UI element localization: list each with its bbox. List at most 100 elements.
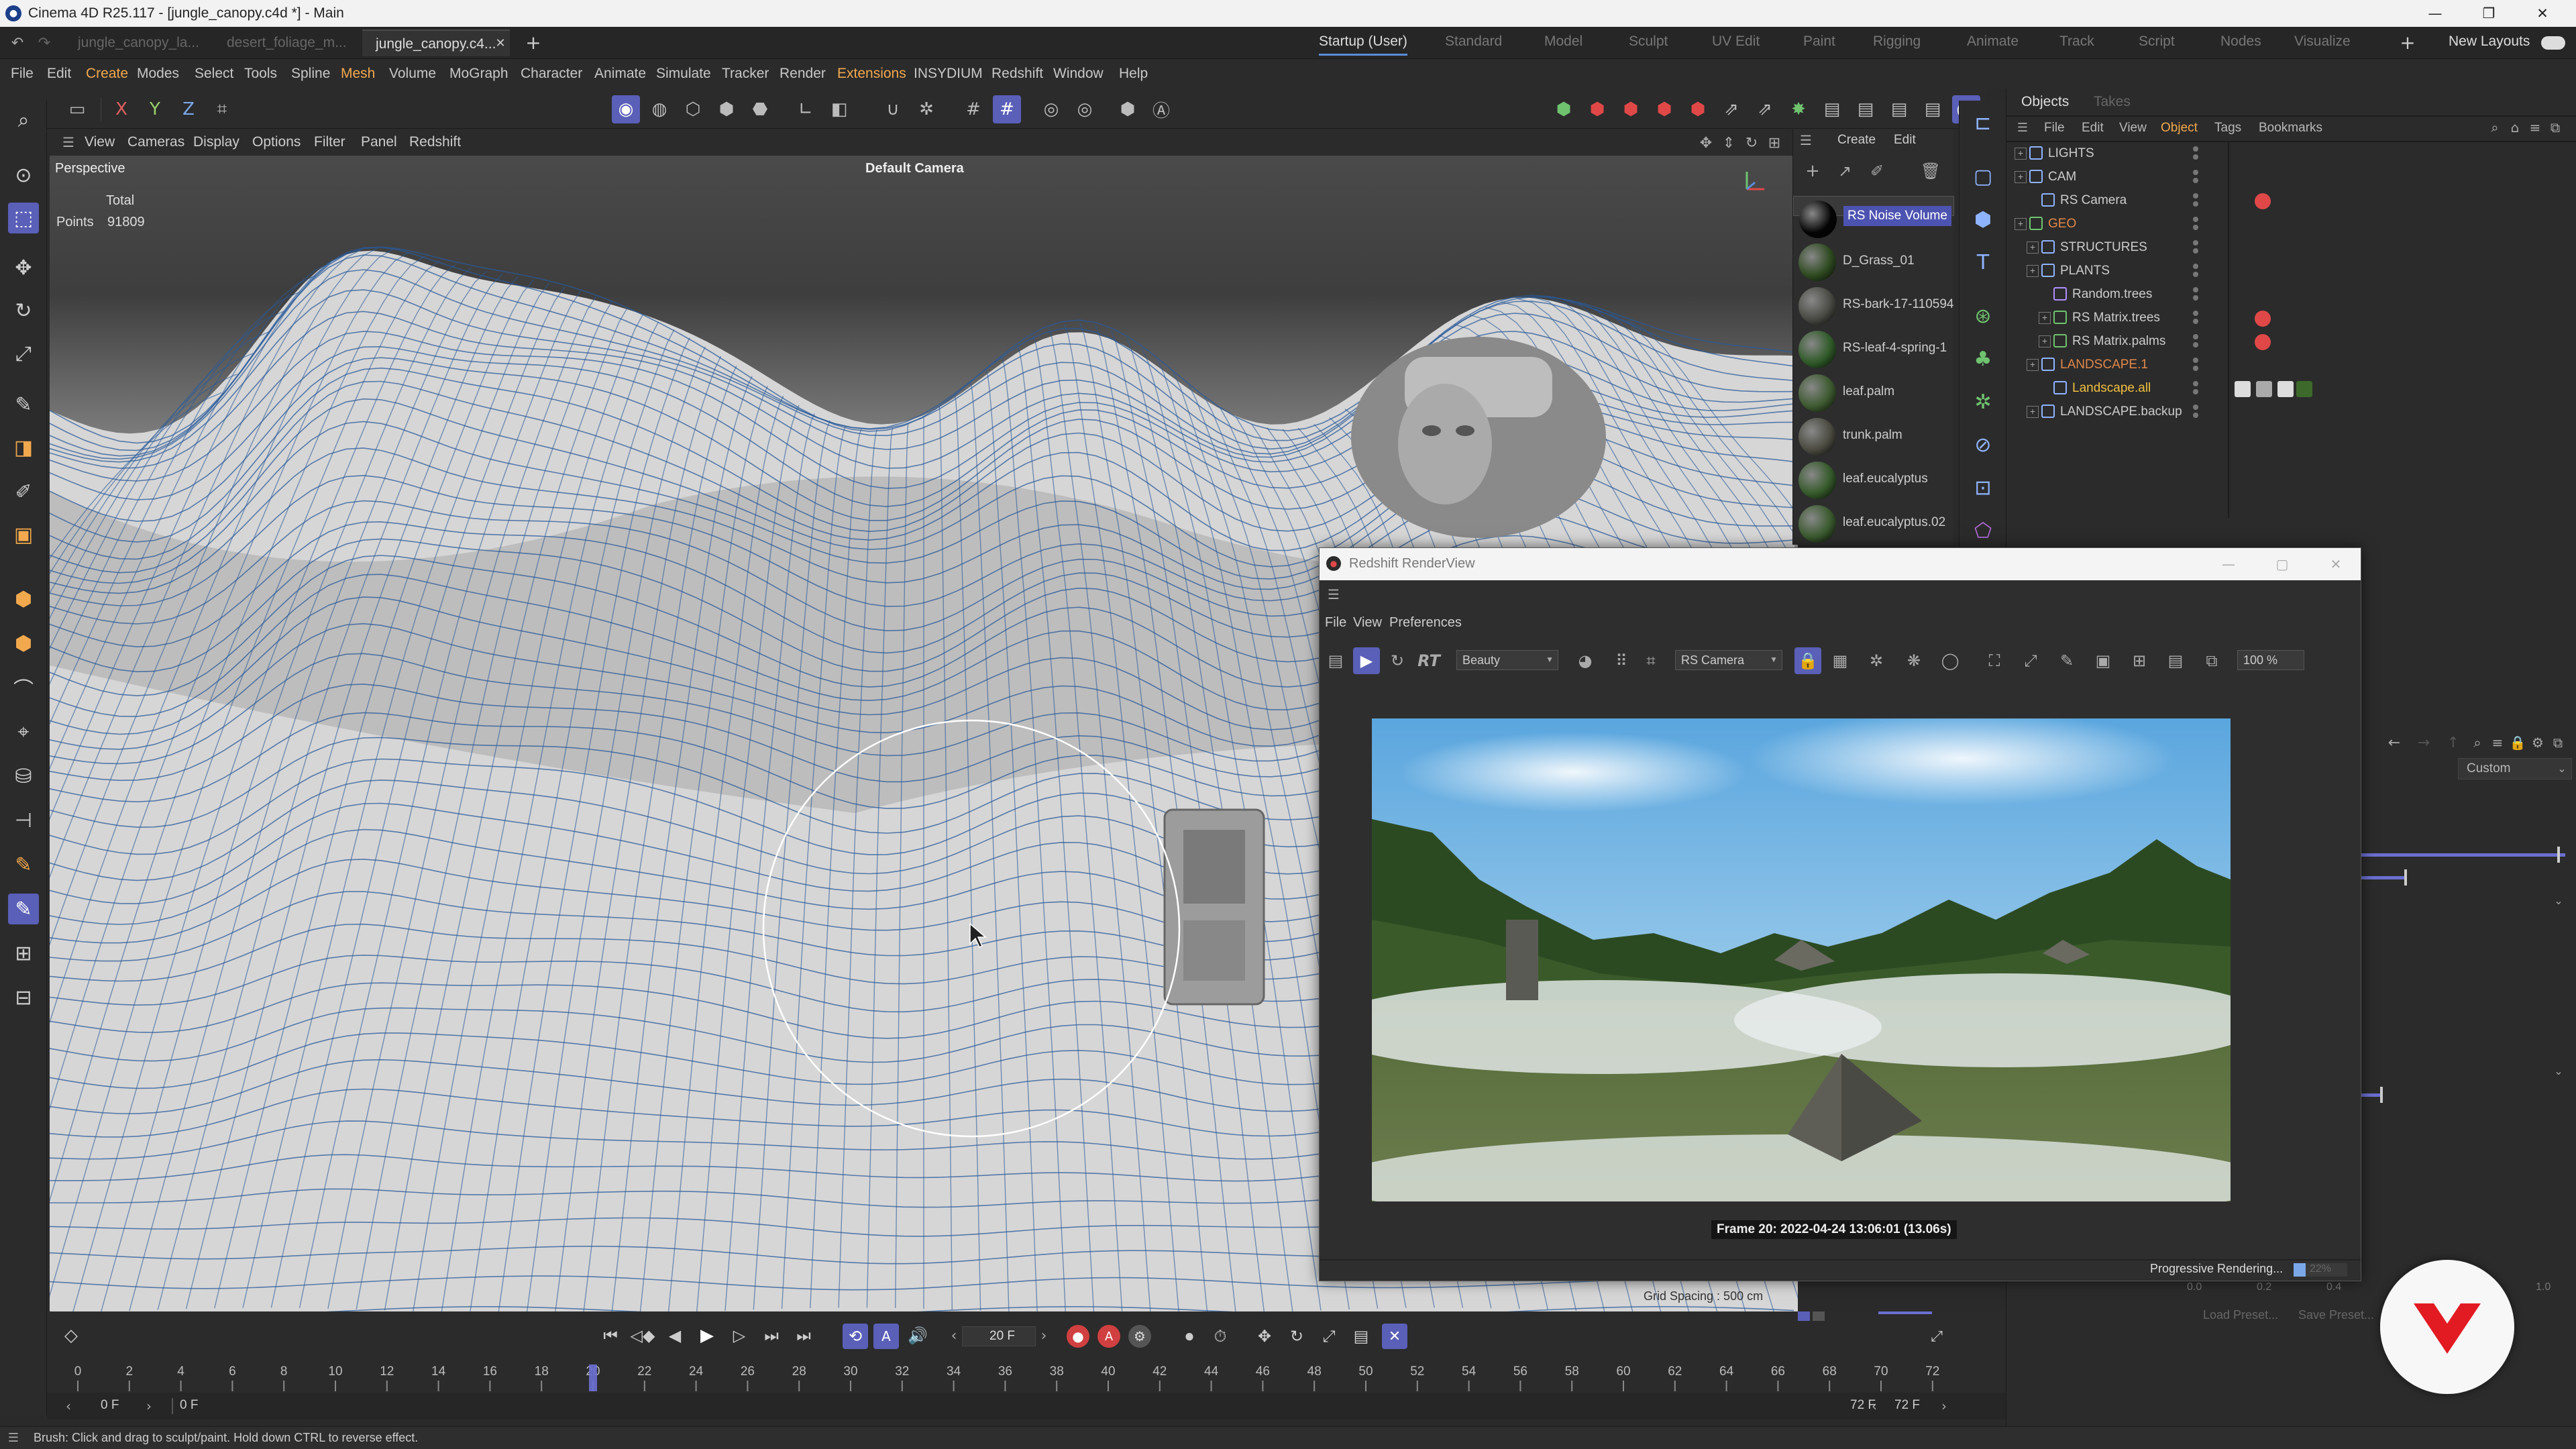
play-icon[interactable]: ▶: [696, 1325, 718, 1346]
material-item[interactable]: RS-bark-17-110594: [1793, 283, 1954, 326]
visibility-dots-icon[interactable]: [2193, 358, 2200, 372]
rotate-key-icon[interactable]: ↻: [1285, 1325, 1308, 1348]
go-to-start-icon[interactable]: ⏮: [600, 1325, 621, 1346]
select-tool-icon[interactable]: ⊙: [8, 160, 39, 191]
attr-filter-icon[interactable]: ≡: [2489, 734, 2506, 751]
gear-effector-icon[interactable]: ✲: [1968, 386, 1998, 417]
bend-icon[interactable]: ⌒: [8, 672, 39, 703]
expand-toggle-icon[interactable]: +: [2027, 265, 2039, 277]
rs-camera-tag-icon[interactable]: [2255, 193, 2271, 209]
workplane-tool-icon[interactable]: ⊟: [8, 982, 39, 1013]
viewport-zoom-slider[interactable]: [1878, 1311, 1932, 1314]
dolly-icon[interactable]: ⇕: [1720, 134, 1737, 152]
render-view-icon[interactable]: ▤: [1885, 95, 1913, 123]
polygons-mode-icon[interactable]: ⬢: [712, 95, 741, 123]
tweak-mode-icon[interactable]: ◧: [825, 95, 853, 123]
om-home-icon[interactable]: ⌂: [2507, 119, 2523, 136]
next-key-icon[interactable]: ⏭: [761, 1325, 782, 1346]
current-frame-field[interactable]: 20 F: [962, 1326, 1036, 1346]
text-icon[interactable]: T: [1968, 247, 1998, 278]
attr-slider-2[interactable]: [2361, 876, 2404, 879]
om-filter-icon[interactable]: ≡: [2527, 119, 2543, 136]
paint-brush-icon[interactable]: ✎: [8, 849, 39, 880]
object-row[interactable]: + LIGHTS: [2006, 142, 2576, 166]
symmetry-icon[interactable]: ⊣: [8, 805, 39, 836]
spline-tool-icon[interactable]: ⊡: [1968, 472, 1998, 503]
sculpt-brush-icon[interactable]: ✎: [8, 894, 39, 924]
grid-snap-icon[interactable]: #: [993, 95, 1021, 123]
material-item[interactable]: trunk.palm: [1793, 414, 1954, 457]
menu-window[interactable]: Window: [1053, 66, 1104, 82]
rs-object-tag-icon[interactable]: [2255, 311, 2271, 327]
menu-create[interactable]: Create: [86, 66, 128, 82]
menu-render[interactable]: Render: [780, 66, 826, 82]
new-tab-button[interactable]: +: [523, 32, 543, 54]
volume-icon[interactable]: ⬠: [1968, 515, 1998, 546]
autokey-icon[interactable]: A: [1097, 1325, 1120, 1348]
attr-settings-icon[interactable]: ⚙: [2529, 734, 2546, 751]
end-increase-icon[interactable]: ›: [1939, 1398, 1949, 1414]
rs-dome-icon[interactable]: ⬢: [1617, 95, 1645, 123]
x-axis-lock-button[interactable]: X: [107, 95, 136, 123]
add-layout-button[interactable]: +: [2398, 32, 2418, 54]
om-search-icon[interactable]: ⌕: [2487, 119, 2503, 136]
menu-mograph[interactable]: MoGraph: [449, 66, 508, 82]
hamburger-icon[interactable]: ☰: [60, 134, 76, 150]
coordinate-system-icon[interactable]: ⌗: [208, 95, 236, 123]
record-icon[interactable]: ●: [1067, 1325, 1089, 1348]
attr-new-window-icon[interactable]: ⧉: [2549, 734, 2567, 751]
layout-nodes[interactable]: Nodes: [2220, 34, 2261, 50]
material-item[interactable]: leaf.eucalyptus.02: [1793, 501, 1954, 544]
pan-icon[interactable]: ✥: [1697, 134, 1715, 152]
range-slider[interactable]: 0 F 72 F: [172, 1398, 1943, 1414]
cylinder-icon[interactable]: ▣: [8, 519, 39, 550]
menu-simulate[interactable]: Simulate: [656, 66, 711, 82]
material-item[interactable]: D_Grass_01: [1793, 239, 1954, 282]
object-row[interactable]: + STRUCTURES: [2006, 236, 2576, 260]
key-settings-icon[interactable]: ⚙: [1128, 1325, 1151, 1348]
menu-mesh[interactable]: Mesh: [341, 66, 375, 82]
timeline-ruler[interactable]: 0246810121416182022242628303234363840424…: [47, 1362, 2006, 1393]
menu-help[interactable]: Help: [1119, 66, 1148, 82]
load-preset-button[interactable]: Load Preset...: [2203, 1308, 2278, 1322]
uv-mode-icon[interactable]: ⬣: [746, 95, 774, 123]
layout-startup[interactable]: Startup (User): [1319, 34, 1407, 56]
phong-tag-icon[interactable]: [2277, 381, 2294, 397]
vp-menu-view[interactable]: View: [85, 134, 115, 150]
y-axis-lock-button[interactable]: Y: [141, 95, 169, 123]
object-row[interactable]: RS Camera: [2006, 189, 2576, 213]
menu-tracker[interactable]: Tracker: [722, 66, 769, 82]
up-arrow-icon[interactable]: ↑: [2445, 734, 2462, 751]
expand-toggle-icon[interactable]: +: [2015, 218, 2027, 230]
chevron-down-icon-3[interactable]: ⌄: [2552, 1064, 2565, 1077]
end-decrease-icon[interactable]: ‹: [1869, 1398, 1880, 1414]
object-row[interactable]: + GEO: [2006, 213, 2576, 236]
solo-icon[interactable]: ◎: [1037, 95, 1065, 123]
orbit-icon[interactable]: ↻: [1743, 134, 1760, 152]
visibility-dots-icon[interactable]: [2193, 240, 2200, 255]
tab-objects[interactable]: Objects: [2021, 94, 2069, 110]
om-menu-object[interactable]: Object: [2161, 121, 2198, 136]
doc-tab-active[interactable]: jungle_canopy.c4...: [362, 30, 510, 56]
lock-icon[interactable]: 🔒: [2509, 734, 2526, 751]
magnet-icon[interactable]: ∪: [879, 95, 907, 123]
material-item[interactable]: RS-leaf-4-spring-1: [1793, 327, 1954, 370]
field-icon[interactable]: ⊘: [1968, 429, 1998, 460]
visibility-dots-icon[interactable]: [2193, 381, 2200, 396]
visibility-dots-icon[interactable]: [2193, 287, 2200, 302]
rs-light-icon[interactable]: ⬢: [1583, 95, 1611, 123]
start-increase-icon[interactable]: ›: [144, 1398, 154, 1414]
object-panel-icon[interactable]: ⊏: [1968, 107, 1998, 138]
vp-menu-redshift[interactable]: Redshift: [409, 134, 461, 150]
export-icon[interactable]: ⇗: [1751, 95, 1779, 123]
rv-hamburger-icon[interactable]: ☰: [1325, 586, 1342, 603]
menu-edit[interactable]: Edit: [47, 66, 71, 82]
prev-frame-icon[interactable]: ◀: [664, 1325, 686, 1346]
vp-menu-display[interactable]: Display: [193, 134, 239, 150]
mat-hamburger-icon[interactable]: ☰: [1797, 131, 1815, 149]
frame-increase-icon[interactable]: ›: [1037, 1326, 1051, 1345]
rv-close-button[interactable]: ✕: [2326, 555, 2346, 574]
cube-object-icon[interactable]: ⬢: [1550, 95, 1578, 123]
layout-uv-edit[interactable]: UV Edit: [1712, 34, 1760, 50]
auto-icon[interactable]: Ⓐ: [1147, 95, 1175, 123]
